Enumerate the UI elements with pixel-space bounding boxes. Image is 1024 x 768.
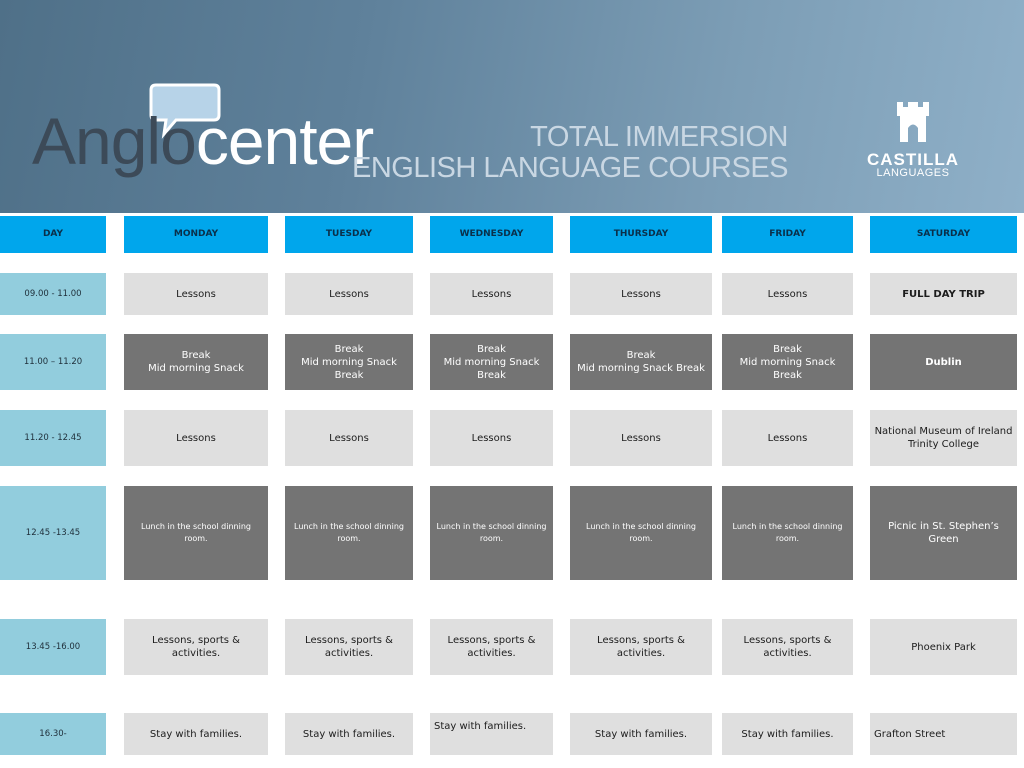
schedule-cell-tuesday: Break Mid morning Snack Break [285,334,413,390]
castilla-name: CASTILLA [866,150,960,169]
cell-line: room. [337,534,361,543]
schedule-cell-wednesday: Lunch in the school dinning room. [430,486,553,580]
schedule-cell-thursday: Lunch in the school dinning room. [570,486,712,580]
time-slot: 16.30- [0,713,106,755]
schedule-cell-monday: Lessons [124,410,268,466]
cell-line: Lessons, sports & [743,635,832,646]
time-slot: 11.20 - 12.45 [0,410,106,466]
cell-line: room. [184,534,208,543]
headline-line-2: ENGLISH LANGUAGE COURSES [352,152,789,184]
cell-line: room. [629,534,653,543]
cell-line: Trinity College [908,439,979,450]
schedule-cell-saturday: FULL DAY TRIP [870,273,1017,315]
logo-part-center: center [195,104,374,178]
schedule-cell-monday: Break Mid morning Snack [124,334,268,390]
schedule-cell-tuesday: Stay with families. [285,713,413,755]
cell-line: Lunch in the school dinning [294,522,404,531]
schedule-cell-thursday: Lessons [570,273,712,315]
column-header-saturday: SATURDAY [870,216,1017,253]
cell-line: National Museum of Ireland [874,426,1013,437]
anglocenter-logo: Anglocenter [32,108,374,174]
schedule-cell-monday: Lessons, sports & activities. [124,619,268,675]
header-banner: Anglocenter TOTAL IMMERSION ENGLISH LANG… [0,0,1024,213]
schedule-cell-tuesday: Lessons [285,410,413,466]
schedule-cell-thursday: Stay with families. [570,713,712,755]
schedule-cell-tuesday: Lessons [285,273,413,315]
schedule-cell-wednesday: Break Mid morning Snack Break [430,334,553,390]
schedule-cell-thursday: Lessons, sports & activities. [570,619,712,675]
time-slot: 13.45 -16.00 [0,619,106,675]
schedule-cell-friday: Lessons, sports & activities. [722,619,853,675]
cell-line: Mid morning Snack Break [577,363,705,374]
schedule-cell-friday: Lunch in the school dinning room. [722,486,853,580]
schedule-cell-saturday: Phoenix Park [870,619,1017,675]
time-slot: 11.00 – 11.20 [0,334,106,390]
cell-line: Break [477,343,506,355]
schedule-cell-saturday: Grafton Street [870,713,1017,755]
schedule-cell-thursday: Lessons [570,410,712,466]
cell-line: activities. [763,648,812,659]
column-header-friday: FRIDAY [722,216,853,253]
schedule-cell-friday: Lessons [722,410,853,466]
schedule-cell-saturday: Dublin [870,334,1017,390]
cell-line: Mid morning Snack [148,363,244,374]
cell-line: activities. [324,648,374,659]
cell-line: activities. [467,648,516,659]
cell-line: Lunch in the school dinning [141,522,251,531]
column-header-day: DAY [0,216,106,253]
cell-line: Lessons, sports & [447,635,536,646]
schedule-cell-friday: Break Mid morning Snack Break [722,334,853,390]
castle-tower-icon [897,102,929,142]
headline-line-1: TOTAL IMMERSION [530,121,788,153]
column-header-tuesday: TUESDAY [285,216,413,253]
cell-line: room. [775,534,800,543]
cell-line: Break [773,343,802,355]
column-header-monday: MONDAY [124,216,268,253]
schedule-cell-wednesday: Lessons [430,410,553,466]
time-slot: 12.45 -13.45 [0,486,106,580]
schedule-cell-monday: Lessons [124,273,268,315]
schedule-cell-friday: Stay with families. [722,713,853,755]
schedule-cell-monday: Lunch in the school dinning room. [124,486,268,580]
cell-line: Break [334,343,364,355]
schedule-cell-thursday: Break Mid morning Snack Break [570,334,712,390]
cell-line: Mid morning Snack [443,356,540,368]
schedule-cell-wednesday: Stay with families. [430,713,553,755]
time-slot: 09.00 - 11.00 [0,273,106,315]
cell-line: Lunch in the school dinning [732,522,843,531]
schedule-cell-wednesday: Lessons, sports & activities. [430,619,553,675]
castilla-languages-logo: CASTILLA LANGUAGES [852,96,974,179]
column-header-thursday: THURSDAY [570,216,712,253]
cell-line: room. [479,534,504,543]
logo-part-anglo: Anglo [32,104,197,178]
cell-line: Lunch in the school dinning [586,522,696,531]
schedule-cell-saturday: National Museum of Ireland Trinity Colleg… [870,410,1017,466]
cell-line: Break [477,369,506,381]
castilla-sub: LANGUAGES [876,167,950,179]
cell-line: Lunch in the school dinning [436,522,547,531]
schedule-cell-saturday: Picnic in St. Stephen’s Green [870,486,1017,580]
cell-line: Break [626,350,656,361]
headline: TOTAL IMMERSION ENGLISH LANGUAGE COURSES [352,121,789,184]
column-header-wednesday: WEDNESDAY [430,216,553,253]
schedule-cell-tuesday: Lunch in the school dinning room. [285,486,413,580]
schedule-cell-tuesday: Lessons, sports & activities. [285,619,413,675]
cell-line: Lessons, sports & [305,635,393,646]
cell-line: Mid morning Snack Break [739,356,836,381]
cell-line: Break [181,350,211,361]
cell-line: Mid morning Snack Break [301,356,397,381]
schedule-cell-monday: Stay with families. [124,713,268,755]
schedule-cell-wednesday: Lessons [430,273,553,315]
schedule-cell-friday: Lessons [722,273,853,315]
